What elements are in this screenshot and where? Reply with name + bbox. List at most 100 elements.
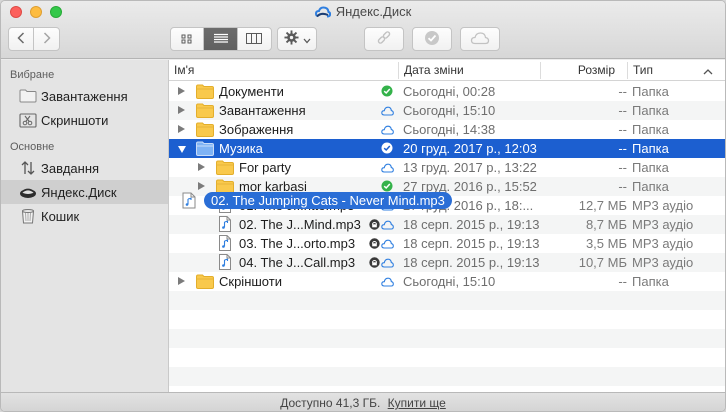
column-view-button[interactable] (238, 28, 271, 50)
folder-row[interactable]: Зображення Сьогодні, 14:38 -- Папка (169, 120, 725, 139)
folder-row[interactable]: Завантаження Сьогодні, 15:10 -- Папка (169, 101, 725, 120)
column-divider[interactable] (540, 62, 541, 79)
cloud-status-icon (381, 237, 394, 249)
column-name-header[interactable]: Ім'я (174, 60, 194, 80)
column-type-header[interactable]: Тип (633, 60, 653, 80)
folder-row[interactable]: Музика 20 груд. 2017 р., 12:03 -- Папка (169, 139, 725, 158)
drag-preview: 02. The Jumping Cats - Never Mind.mp3 (182, 191, 452, 210)
sidebar-item-label: Скриншоти (41, 112, 109, 128)
icon-view-icon (181, 32, 193, 47)
file-kind: Папка (632, 179, 669, 194)
folder-row[interactable]: Документи Сьогодні, 00:28 -- Папка (169, 82, 725, 101)
disclosure-triangle-icon[interactable] (178, 125, 185, 133)
copy-link-button[interactable] (364, 27, 404, 51)
cloud-status-icon (381, 275, 394, 287)
date-modified: 20 груд. 2017 р., 12:03 (403, 141, 537, 156)
date-modified: 13 груд. 2017 р., 13:22 (403, 160, 537, 175)
file-kind: Папка (632, 103, 669, 118)
sidebar-item-screenshots[interactable]: Скриншоти (1, 108, 168, 132)
folder-icon (196, 103, 214, 118)
cloud-status-icon (381, 123, 394, 135)
shared-lock-icon (369, 218, 380, 230)
trash-icon (19, 208, 37, 224)
disclosure-triangle-icon[interactable] (178, 87, 185, 95)
back-forward-control (8, 27, 60, 51)
list-view-button[interactable] (204, 28, 238, 50)
file-size: -- (618, 179, 627, 194)
file-size: 10,7 МБ (578, 255, 627, 270)
column-view-icon (246, 32, 263, 47)
date-modified: Сьогодні, 15:10 (403, 103, 496, 118)
make-offline-button[interactable] (412, 27, 452, 51)
empty-row (169, 291, 725, 310)
music-file-icon (182, 192, 196, 209)
file-size: -- (618, 103, 627, 118)
column-divider[interactable] (398, 62, 399, 79)
drag-preview-label: 02. The Jumping Cats - Never Mind.mp3 (204, 192, 452, 209)
disclosure-triangle-icon[interactable] (178, 146, 186, 153)
empty-row (169, 310, 725, 329)
disclosure-triangle-icon[interactable] (178, 277, 185, 285)
folder-row[interactable]: Скріншоти Сьогодні, 15:10 -- Папка (169, 272, 725, 291)
sidebar-item-downloads[interactable]: Завантаження (1, 84, 168, 108)
disclosure-triangle-icon[interactable] (198, 163, 205, 171)
link-icon (376, 30, 392, 49)
file-name: 04. The J...Call.mp3 (239, 255, 356, 270)
synced-check-icon (381, 85, 393, 97)
sidebar-item-yandex-disk[interactable]: Яндекс.Диск (1, 180, 168, 204)
file-name: Зображення (219, 122, 294, 137)
file-size: 12,7 МБ (578, 198, 627, 213)
file-name: Музика (219, 141, 263, 156)
file-size: -- (618, 160, 627, 175)
chevron-left-icon (17, 31, 25, 47)
shared-lock-icon (369, 256, 380, 268)
sort-ascending-icon[interactable] (703, 61, 713, 81)
date-modified: Сьогодні, 15:10 (403, 274, 496, 289)
window-title-text: Яндекс.Диск (335, 4, 412, 19)
chevron-right-icon (43, 31, 51, 47)
date-modified: 18 серп. 2015 р., 19:13 (403, 236, 540, 251)
sidebar: Вибране Завантаження Скриншоти Основне З… (1, 60, 169, 392)
sidebar-item-label: Кошик (41, 208, 80, 224)
file-kind: MP3 аудіо (632, 255, 694, 270)
column-date-header[interactable]: Дата зміни (404, 60, 464, 80)
cloud-only-button[interactable] (460, 27, 500, 51)
sort-arrows-icon (19, 160, 37, 176)
file-row[interactable]: 03. The J...orto.mp3 18 серп. 2015 р., 19… (169, 234, 725, 253)
view-switcher (170, 27, 272, 51)
disk-icon (19, 184, 37, 200)
gear-icon (283, 30, 299, 48)
forward-button[interactable] (34, 28, 59, 50)
file-list: Ім'я Дата зміни Розмір Тип Документи Сьог… (169, 60, 725, 392)
cloud-status-icon (381, 161, 394, 173)
folder-row[interactable]: For party 13 груд. 2017 р., 13:22 -- Папка (169, 158, 725, 177)
sidebar-item-label: Яндекс.Диск (41, 184, 117, 200)
file-kind: MP3 аудіо (632, 236, 694, 251)
file-row[interactable]: 04. The J...Call.mp3 18 серп. 2015 р., 19… (169, 253, 725, 272)
icon-view-button[interactable] (171, 28, 205, 50)
action-menu-button[interactable] (277, 27, 317, 51)
file-name: For party (239, 160, 292, 175)
date-modified: 18 серп. 2015 р., 19:13 (403, 255, 540, 270)
back-button[interactable] (9, 28, 34, 50)
folder-icon (19, 88, 37, 104)
sidebar-item-trash[interactable]: Кошик (1, 204, 168, 228)
music-file-icon (219, 235, 231, 251)
yandex-disk-logo-icon (314, 6, 331, 21)
check-circle-icon (424, 30, 440, 49)
file-kind: Папка (632, 84, 669, 99)
disclosure-triangle-icon[interactable] (178, 106, 185, 114)
file-name: 03. The J...orto.mp3 (239, 236, 356, 251)
column-size-header[interactable]: Розмір (549, 60, 615, 80)
sidebar-item-tasks[interactable]: Завдання (1, 156, 168, 180)
disclosure-triangle-icon[interactable] (198, 182, 205, 190)
file-row[interactable]: 02. The J...Mind.mp3 18 серп. 2015 р., 19… (169, 215, 725, 234)
cloud-status-icon (381, 256, 394, 268)
file-kind: Папка (632, 274, 669, 289)
buy-more-link[interactable]: Купити ще (388, 396, 446, 410)
file-size: -- (618, 84, 627, 99)
file-kind: MP3 аудіо (632, 198, 694, 213)
column-divider[interactable] (627, 62, 628, 79)
sidebar-item-label: Завдання (41, 160, 100, 176)
file-size: -- (618, 122, 627, 137)
